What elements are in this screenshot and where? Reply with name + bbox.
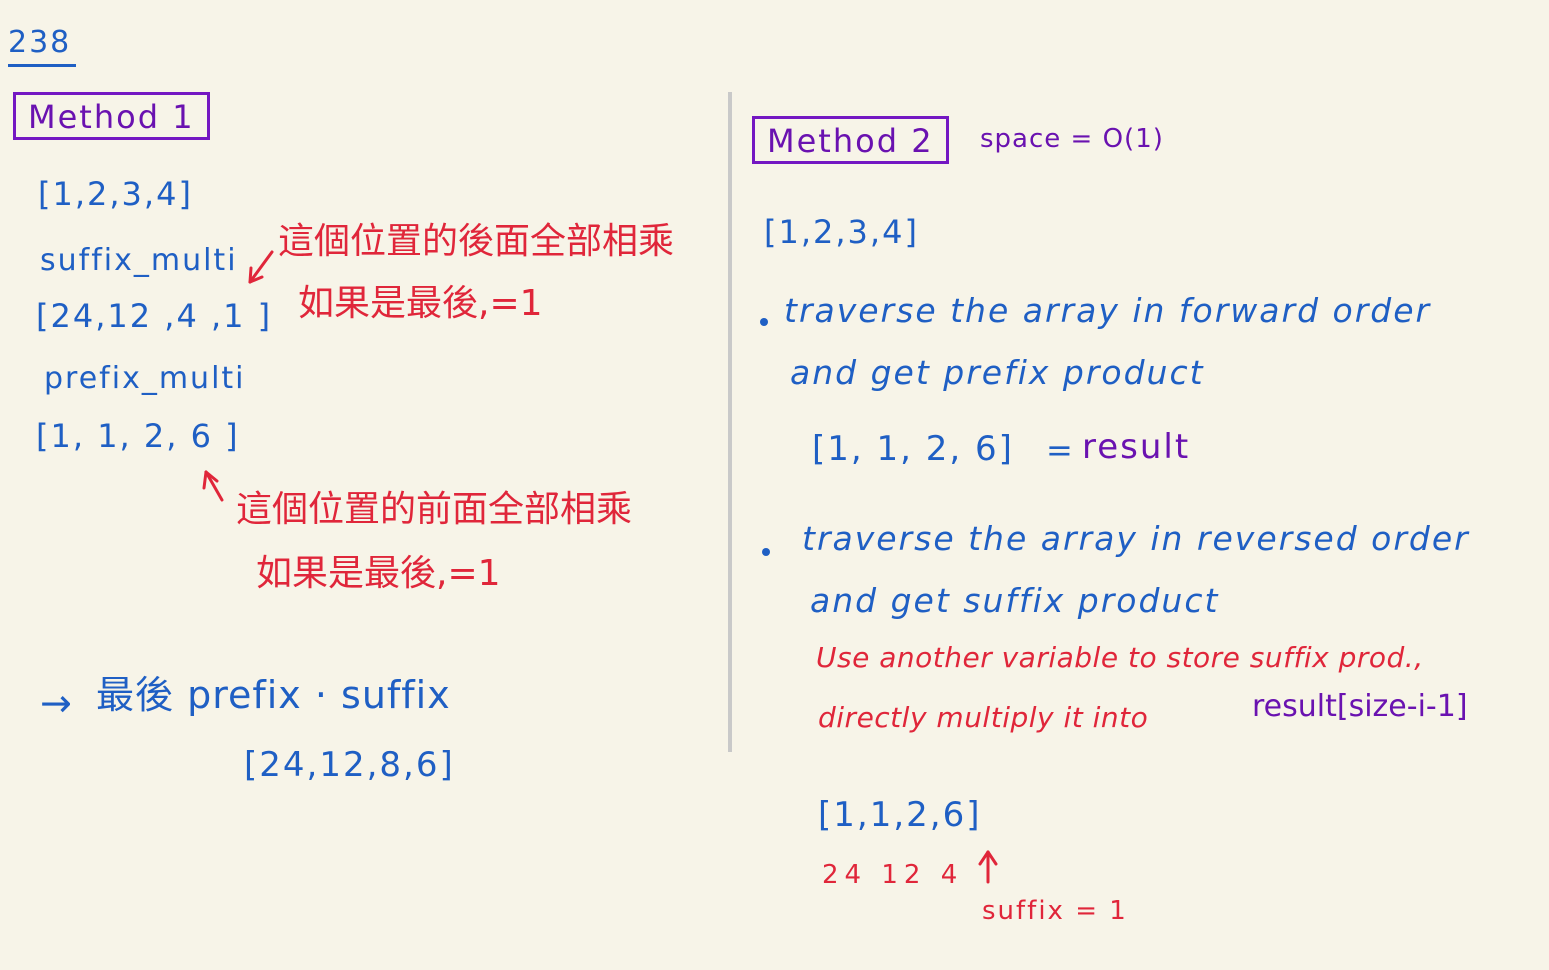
problem-number: 238 xyxy=(8,28,76,67)
suffix-pointer-arrow-icon xyxy=(978,850,998,884)
step-2-note-line-2: directly multiply it into xyxy=(818,701,1149,734)
final-arrow-glyph: → xyxy=(40,681,74,725)
column-divider xyxy=(728,92,732,752)
method-2-input-array: [1,2,3,4] xyxy=(764,213,919,251)
space-complexity-note: space = O(1) xyxy=(980,124,1164,154)
prefix-note-line2: 如果是最後,=1 xyxy=(256,553,501,594)
step-1-result-label: result xyxy=(1082,427,1191,467)
suffix-note-arrow-icon xyxy=(248,250,274,284)
step-2-line-1: traverse the array in reversed order xyxy=(802,519,1470,558)
example-suffix-init: suffix = 1 xyxy=(982,896,1128,926)
step-2-note-line-1: Use another variable to store suffix pro… xyxy=(816,641,1424,674)
method-2-title: Method 2 xyxy=(752,116,949,164)
step-1-line-2: and get prefix product xyxy=(790,353,1205,392)
handwritten-note-page: 238 Method 1 [1,2,3,4] suffix_multi 這個位置… xyxy=(0,0,1549,970)
suffix-note-line2: 如果是最後,=1 xyxy=(298,283,543,324)
method-1-input-array: [1,2,3,4] xyxy=(38,175,193,213)
step-2-line-2: and get suffix product xyxy=(810,581,1220,620)
example-suffix-values: 24 12 4 xyxy=(822,860,964,890)
prefix-note-arrow-icon xyxy=(202,470,224,502)
step-2-note-result-index: result[size-i-1] xyxy=(1252,689,1468,724)
final-formula: 最後 prefix · suffix xyxy=(96,673,451,717)
bullet-step-2 xyxy=(762,548,770,556)
prefix-multi-array: [1, 1, 2, 6 ] xyxy=(36,417,240,455)
final-result-array: [24,12,8,6] xyxy=(244,745,455,785)
step-1-result-equals: = xyxy=(1046,431,1075,469)
suffix-multi-label: suffix_multi xyxy=(40,243,238,278)
suffix-note-line1: 這個位置的後面全部相乘 xyxy=(278,221,675,262)
suffix-multi-array: [24,12 ,4 ,1 ] xyxy=(36,297,273,335)
step-1-result-array: [1, 1, 2, 6] xyxy=(812,429,1014,469)
example-array: [1,1,2,6] xyxy=(818,795,982,835)
bullet-step-1 xyxy=(760,318,768,326)
method-1-title: Method 1 xyxy=(13,92,210,140)
prefix-multi-label: prefix_multi xyxy=(44,361,246,396)
step-1-line-1: traverse the array in forward order xyxy=(784,291,1432,330)
prefix-note-line1: 這個位置的前面全部相乘 xyxy=(236,489,633,530)
